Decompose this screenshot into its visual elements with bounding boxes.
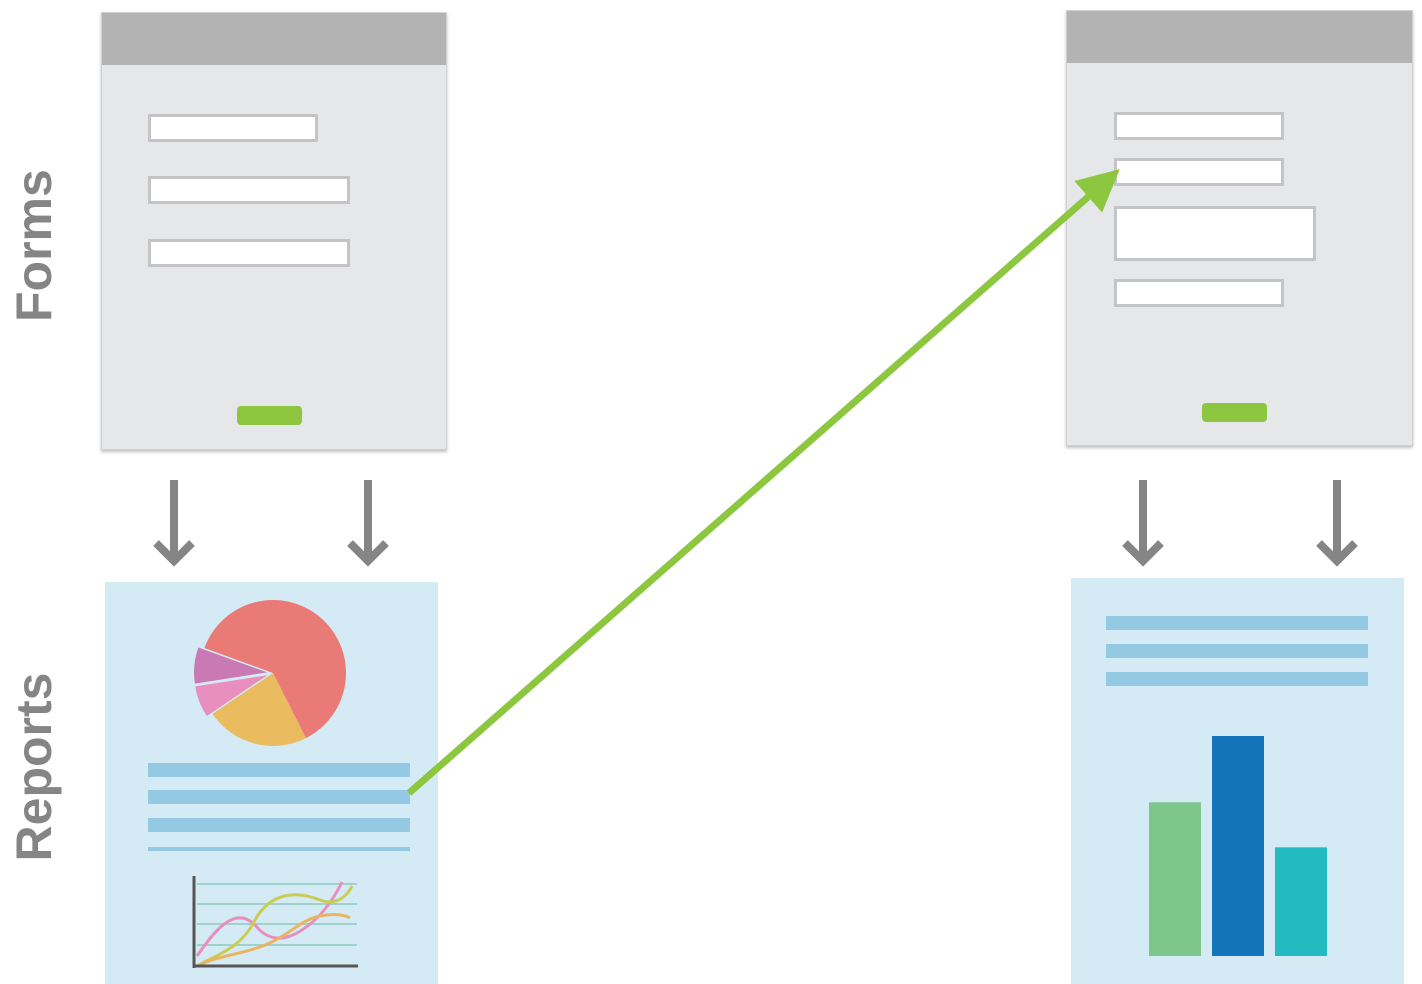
down-arrow-icon: [1122, 480, 1164, 567]
right-report-text-line-1: [1106, 616, 1368, 630]
left-report: [105, 582, 438, 984]
down-arrow-icon: [347, 480, 389, 567]
right-form-field-3[interactable]: [1114, 206, 1316, 261]
left-report-text-line-4: [148, 847, 410, 851]
right-form-field-4[interactable]: [1114, 279, 1284, 307]
right-form-window: [1066, 10, 1413, 446]
reports-label: Reports: [6, 672, 62, 862]
left-form-field-3[interactable]: [148, 239, 350, 267]
right-report-text-line-3: [1106, 672, 1368, 686]
right-report-text-line-2: [1106, 644, 1368, 658]
left-form-window: [101, 12, 447, 450]
left-report-text-line-1: [148, 763, 410, 777]
left-report-text-line-2: [148, 790, 410, 804]
left-form-field-2[interactable]: [148, 176, 350, 204]
right-form-title-bar: [1067, 11, 1412, 63]
down-arrow-icon: [153, 480, 195, 567]
left-form-field-1[interactable]: [148, 114, 318, 142]
right-report: [1071, 578, 1404, 984]
left-form-title-bar: [102, 13, 446, 65]
down-arrow-icon: [1316, 480, 1358, 567]
connector-arrow-icon: [406, 169, 1120, 796]
right-form-field-2[interactable]: [1114, 158, 1284, 186]
right-form-submit-button[interactable]: [1202, 403, 1267, 422]
left-report-text-line-3: [148, 818, 410, 832]
left-form-submit-button[interactable]: [237, 406, 302, 425]
right-form-field-1[interactable]: [1114, 112, 1284, 140]
forms-label: Forms: [6, 169, 62, 322]
